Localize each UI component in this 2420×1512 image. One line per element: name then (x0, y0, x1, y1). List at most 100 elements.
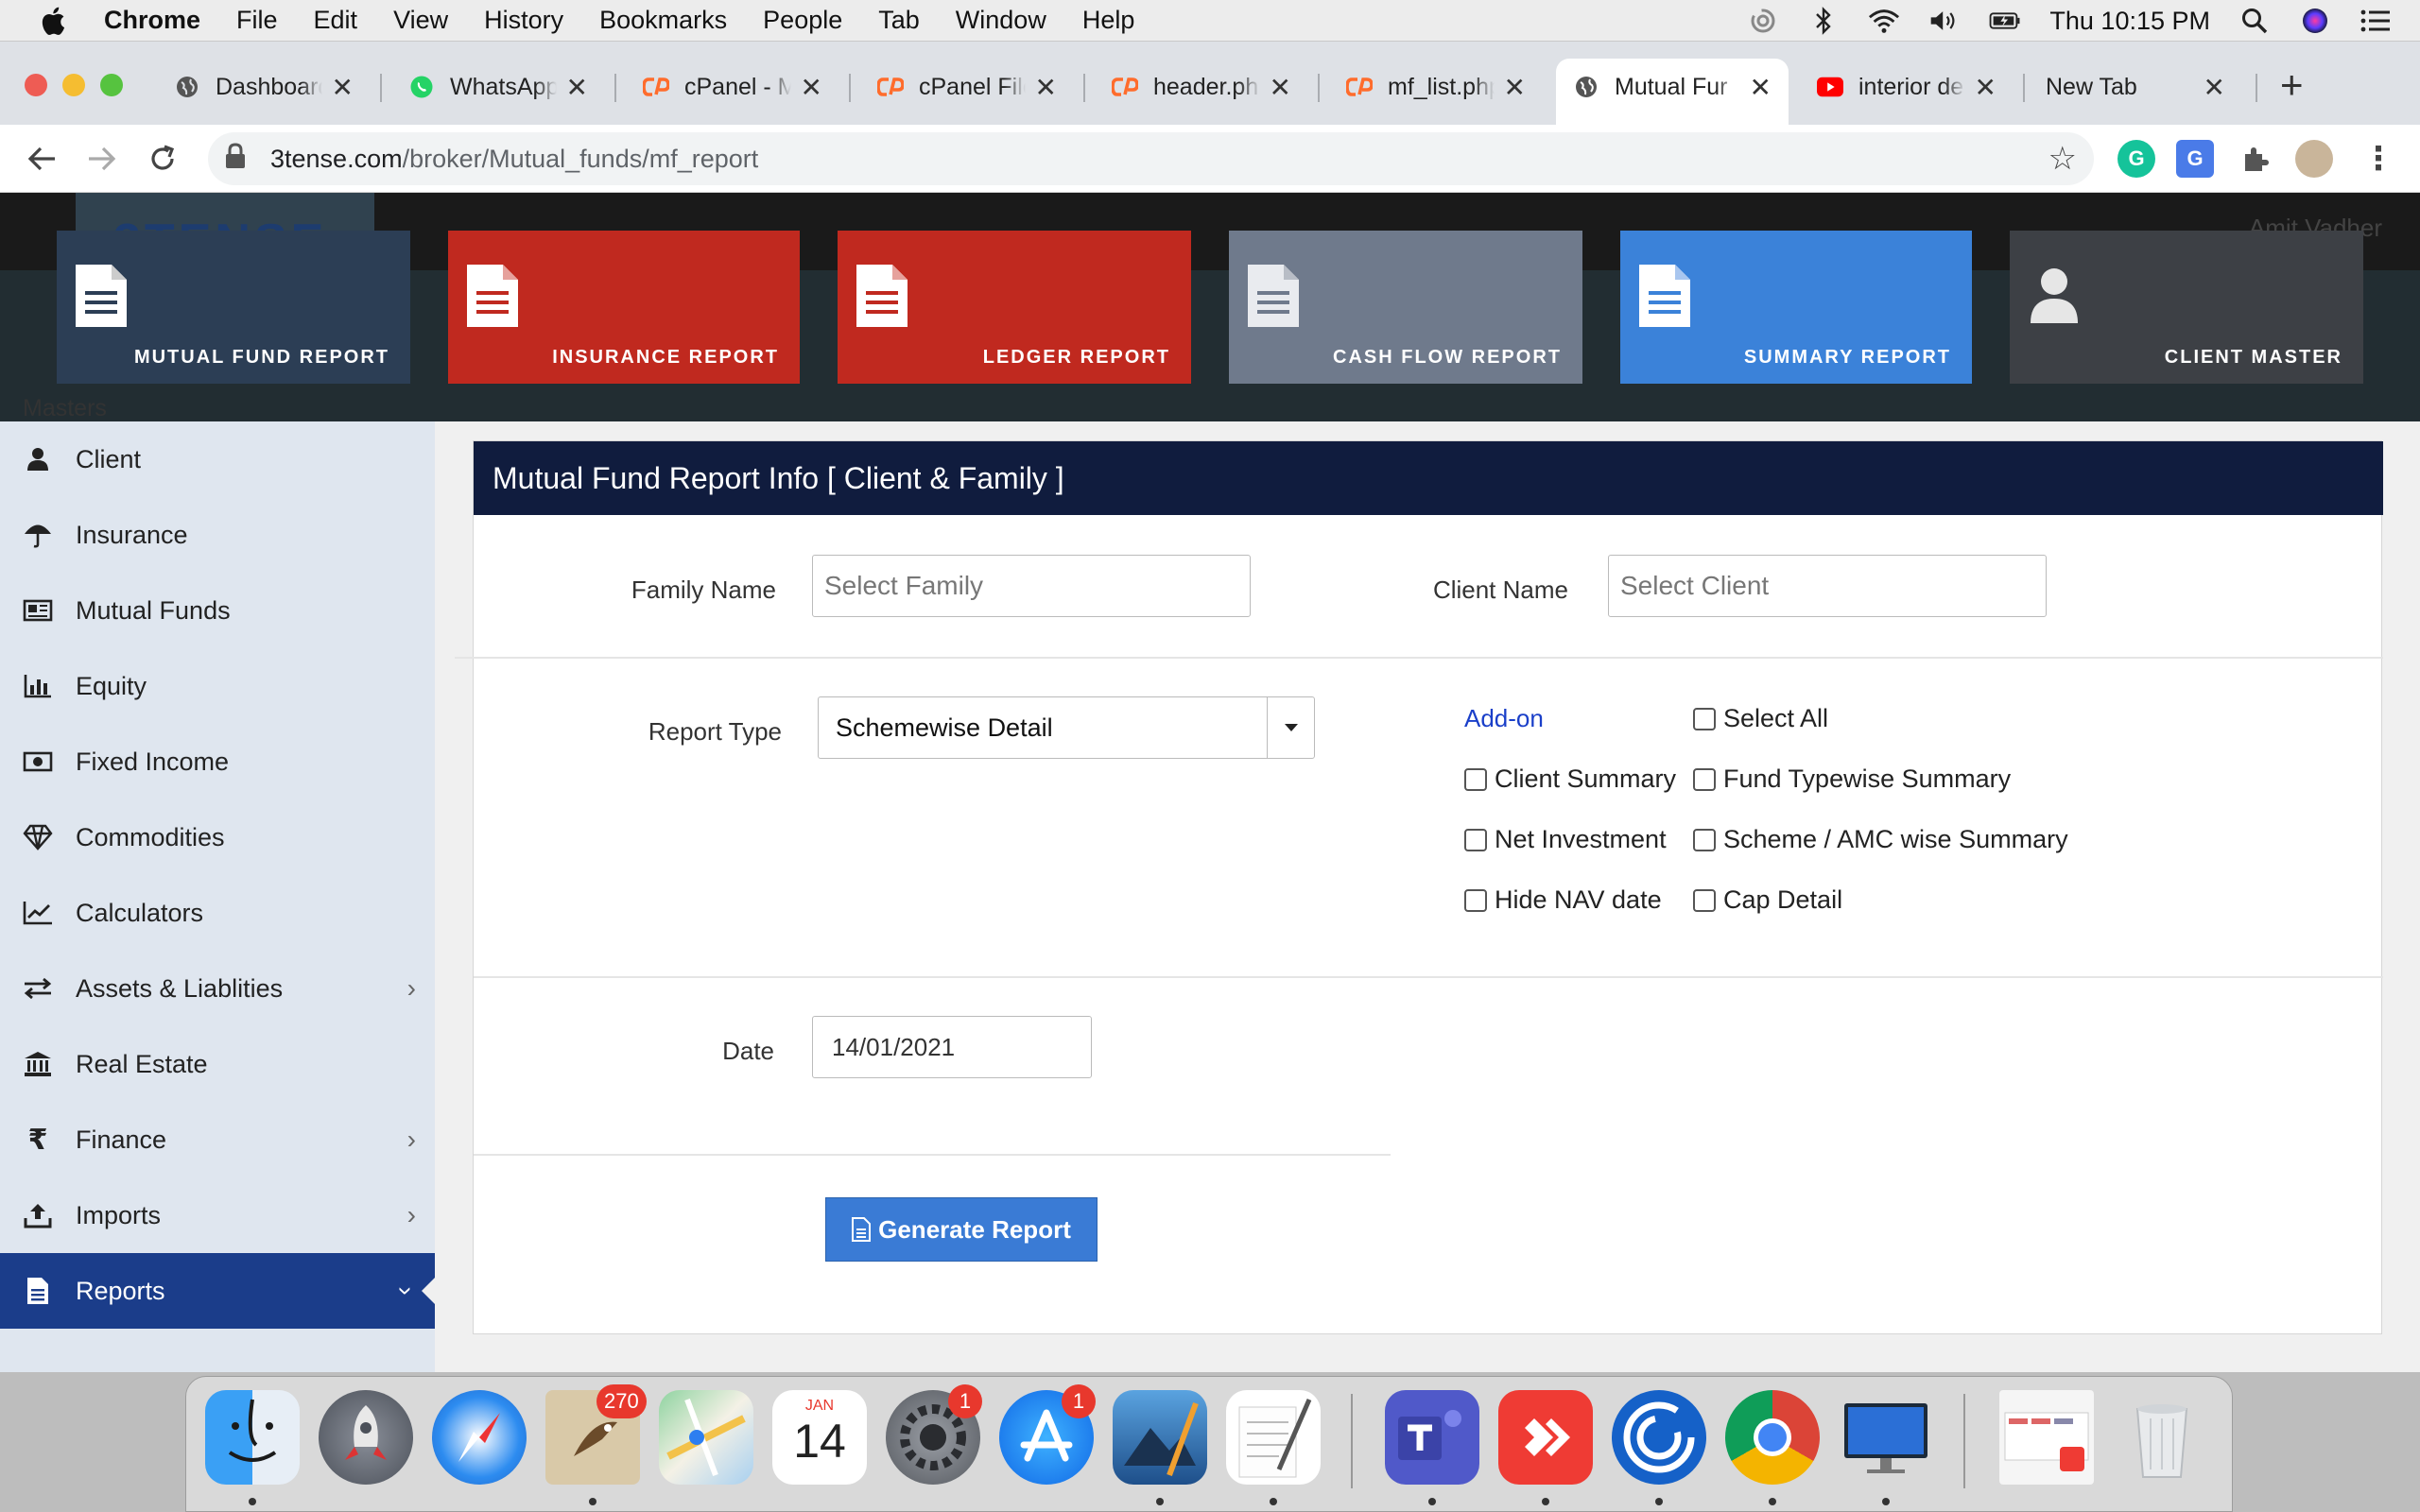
menu-people[interactable]: People (763, 6, 842, 35)
checkbox-box[interactable] (1693, 707, 1716, 730)
tab-youtube[interactable]: interior de ✕ (1800, 59, 2014, 115)
launchpad-icon[interactable] (319, 1390, 413, 1485)
tab-close-icon[interactable]: ✕ (566, 72, 588, 103)
checkbox-box[interactable] (1464, 767, 1487, 791)
client-summary-checkbox[interactable]: Client Summary (1464, 765, 1676, 794)
tab-close-icon[interactable]: ✕ (1504, 72, 1526, 103)
sidebar-item-real-estate[interactable]: Real Estate (0, 1026, 435, 1102)
tab-close-icon[interactable]: ✕ (1975, 72, 1996, 103)
mail-stamp-icon[interactable]: 270 (545, 1384, 647, 1485)
calendar-icon[interactable]: JAN 14 (772, 1390, 867, 1485)
menu-tab[interactable]: Tab (878, 6, 920, 35)
menu-edit[interactable]: Edit (314, 6, 358, 35)
chrome-icon[interactable] (1725, 1390, 1820, 1485)
client-master-card[interactable]: CLIENT MASTER (2010, 231, 2363, 384)
apple-menu-icon[interactable] (0, 5, 104, 37)
tab-mf-list-php[interactable]: mf_list.php ✕ (1329, 59, 1543, 115)
tab-close-icon[interactable]: ✕ (332, 72, 354, 103)
sidebar-item-mutual-funds[interactable]: Mutual Funds (0, 573, 435, 648)
tab-whatsapp[interactable]: WhatsApp ✕ (391, 59, 605, 115)
google-translate-extension-icon[interactable]: G (2176, 140, 2214, 178)
siri-icon[interactable] (2299, 7, 2331, 35)
profile-avatar[interactable] (2295, 140, 2333, 178)
system-preferences-icon[interactable]: 1 (886, 1384, 982, 1485)
insurance-report-card[interactable]: INSURANCE REPORT (448, 231, 800, 384)
forward-arrow-icon[interactable] (81, 138, 123, 180)
sync-app-icon[interactable] (1612, 1390, 1706, 1485)
window-zoom-button[interactable] (100, 74, 123, 96)
sidebar-item-calculators[interactable]: Calculators (0, 875, 435, 951)
display-monitor-icon[interactable] (1839, 1390, 1933, 1485)
sidebar-item-insurance[interactable]: Insurance (0, 497, 435, 573)
reload-icon[interactable] (142, 138, 183, 180)
hide-nav-date-checkbox[interactable]: Hide NAV date (1464, 885, 1662, 915)
lock-icon[interactable] (225, 142, 253, 176)
tab-close-icon[interactable]: ✕ (801, 72, 822, 103)
fund-typewise-summary-checkbox[interactable]: Fund Typewise Summary (1693, 765, 2011, 794)
menubar-clock[interactable]: Thu 10:15 PM (2049, 7, 2210, 36)
notification-center-icon[interactable] (2360, 7, 2392, 35)
tab-dashboard[interactable]: Dashboard ✕ (157, 59, 371, 115)
checkbox-box[interactable] (1464, 828, 1487, 851)
ledger-report-card[interactable]: LEDGER REPORT (838, 231, 1191, 384)
menu-help[interactable]: Help (1082, 6, 1135, 35)
sidebar-item-commodities[interactable]: Commodities (0, 799, 435, 875)
app-store-icon[interactable]: 1 (999, 1384, 1096, 1485)
window-close-button[interactable] (25, 74, 47, 96)
checkbox-box[interactable] (1693, 888, 1716, 912)
tab-close-icon[interactable]: ✕ (1035, 72, 1057, 103)
app-menu-chrome[interactable]: Chrome (104, 6, 200, 35)
new-tab-plus-icon[interactable]: + (2280, 62, 2304, 108)
menu-view[interactable]: View (393, 6, 448, 35)
tab-mutual-fund-active[interactable]: Mutual Fur ✕ (1556, 59, 1789, 125)
spotlight-search-icon[interactable] (2238, 7, 2271, 35)
tab-close-icon[interactable]: ✕ (1270, 72, 1291, 103)
textedit-icon[interactable] (1226, 1390, 1321, 1485)
safari-icon[interactable] (432, 1390, 527, 1485)
select-all-checkbox[interactable]: Select All (1693, 704, 1828, 733)
back-arrow-icon[interactable] (21, 138, 62, 180)
report-type-select[interactable]: Schemewise Detail (818, 696, 1315, 759)
scheme-amc-summary-checkbox[interactable]: Scheme / AMC wise Summary (1693, 825, 2068, 854)
sidebar-item-assets-liablities[interactable]: Assets & Liablities › (0, 951, 435, 1026)
battery-charging-icon[interactable] (1989, 7, 2021, 35)
tab-new-tab[interactable]: New Tab ✕ (2029, 59, 2242, 115)
checkbox-box[interactable] (1693, 828, 1716, 851)
bookmark-star-icon[interactable]: ☆ (2048, 140, 2077, 178)
address-bar[interactable]: 3tense.com/broker/Mutual_funds/mf_report… (208, 132, 2094, 185)
extensions-puzzle-icon[interactable] (2237, 140, 2274, 178)
client-name-input[interactable] (1608, 555, 2047, 617)
anydesk-icon[interactable] (1498, 1390, 1593, 1485)
microsoft-teams-icon[interactable] (1385, 1390, 1479, 1485)
mutual-fund-report-card[interactable]: MUTUAL FUND REPORT (57, 231, 410, 384)
window-minimize-button[interactable] (62, 74, 85, 96)
preview-icon[interactable] (1113, 1390, 1207, 1485)
sidebar-item-client[interactable]: Client (0, 421, 435, 497)
sidebar-item-fixed-income[interactable]: Fixed Income (0, 724, 435, 799)
tab-cpanel-file[interactable]: cPanel File ✕ (860, 59, 1074, 115)
checkbox-box[interactable] (1693, 767, 1716, 791)
maps-icon[interactable] (659, 1390, 753, 1485)
tab-close-icon[interactable]: ✕ (2204, 72, 2225, 103)
sidebar-masters-label[interactable]: Masters (23, 395, 107, 422)
grammarly-extension-icon[interactable]: G (2118, 140, 2155, 178)
menu-history[interactable]: History (484, 6, 563, 35)
tab-cpanel-m[interactable]: cPanel - M ✕ (626, 59, 839, 115)
family-name-input[interactable] (812, 555, 1251, 617)
generate-report-button[interactable]: Generate Report (825, 1197, 1098, 1262)
summary-report-card[interactable]: SUMMARY REPORT (1620, 231, 1972, 384)
bluetooth-icon[interactable] (1807, 7, 1840, 35)
finder-icon[interactable] (205, 1390, 300, 1485)
menu-file[interactable]: File (236, 6, 278, 35)
sidebar-item-finance[interactable]: ₹ Finance › (0, 1102, 435, 1177)
volume-icon[interactable] (1928, 7, 1961, 35)
tab-header-php[interactable]: header.php ✕ (1095, 59, 1308, 115)
menu-bookmarks[interactable]: Bookmarks (599, 6, 727, 35)
sync-status-icon[interactable] (1747, 7, 1779, 35)
sidebar-item-equity[interactable]: Equity (0, 648, 435, 724)
menu-window[interactable]: Window (956, 6, 1046, 35)
wifi-icon[interactable] (1868, 7, 1900, 35)
sidebar-item-imports[interactable]: Imports › (0, 1177, 435, 1253)
cap-detail-checkbox[interactable]: Cap Detail (1693, 885, 1842, 915)
checkbox-box[interactable] (1464, 888, 1487, 912)
